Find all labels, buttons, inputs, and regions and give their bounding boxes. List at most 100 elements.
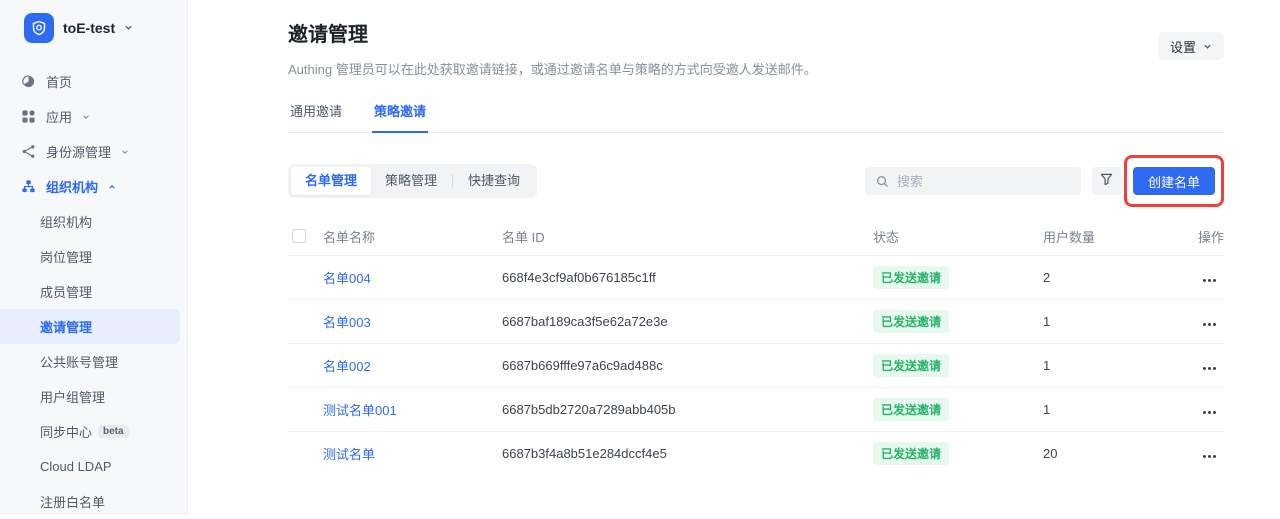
table-row: 测试名单001 6687b5db2720a7289abb405b 已发送邀请 1 xyxy=(288,387,1224,431)
status-badge: 已发送邀请 xyxy=(873,266,949,289)
beta-badge: beta xyxy=(98,425,129,438)
sidebar-item-apps[interactable]: 应用 xyxy=(0,99,187,134)
sidebar-subitem-position-mgmt[interactable]: 岗位管理 xyxy=(0,239,187,274)
sidebar-subitem-label: 公共账号管理 xyxy=(40,352,118,371)
sidebar-subitem-sync-center[interactable]: 同步中心 beta xyxy=(0,414,187,449)
more-actions-button[interactable] xyxy=(1193,314,1224,329)
more-actions-button[interactable] xyxy=(1193,446,1224,461)
create-list-button[interactable]: 创建名单 xyxy=(1133,167,1215,195)
more-actions-icon xyxy=(1203,323,1216,326)
page-description: Authing 管理员可以在此处获取邀请链接，或通过邀请名单与策略的方式向受邀人… xyxy=(288,61,817,79)
chevron-down-icon xyxy=(1203,39,1212,54)
chevron-down-icon xyxy=(124,19,133,37)
user-count: 1 xyxy=(1043,402,1193,417)
filter-icon xyxy=(1100,173,1113,189)
segment-list-mgmt[interactable]: 名单管理 xyxy=(291,167,371,195)
chevron-down-icon xyxy=(121,144,129,159)
sidebar-subitem-invitation-mgmt[interactable]: 邀请管理 xyxy=(0,309,180,344)
tab-bar: 通用邀请 策略邀请 xyxy=(288,95,1224,133)
create-list-wrapper: 创建名单 xyxy=(1133,167,1215,195)
sidebar-subitem-public-account-mgmt[interactable]: 公共账号管理 xyxy=(0,344,187,379)
list-name-link[interactable]: 名单004 xyxy=(323,268,502,287)
more-actions-button[interactable] xyxy=(1193,270,1224,285)
search-icon xyxy=(875,173,891,189)
list-name-link[interactable]: 测试名单 xyxy=(323,444,502,463)
filter-button[interactable] xyxy=(1092,167,1122,195)
column-header-id: 名单 ID xyxy=(502,227,873,246)
invitation-list-table: 名单名称 名单 ID 状态 用户数量 操作 名单004 668f4e3cf9af… xyxy=(288,217,1224,475)
sidebar-item-label: 身份源管理 xyxy=(46,142,111,161)
column-header-users: 用户数量 xyxy=(1043,227,1193,246)
list-id: 6687b5db2720a7289abb405b xyxy=(502,402,873,417)
toolbar: 名单管理 策略管理 快捷查询 创建名单 xyxy=(288,164,1224,198)
table-header-row: 名单名称 名单 ID 状态 用户数量 操作 xyxy=(288,217,1224,255)
more-actions-icon xyxy=(1203,279,1216,282)
share-icon xyxy=(20,144,36,160)
sidebar-subitem-user-group-mgmt[interactable]: 用户组管理 xyxy=(0,379,187,414)
apps-icon xyxy=(20,109,36,125)
toolbar-right: 创建名单 xyxy=(865,167,1224,195)
sidebar-item-label: 应用 xyxy=(46,107,72,126)
home-icon xyxy=(20,74,36,90)
sidebar-subitem-label: 注册白名单 xyxy=(40,492,105,511)
list-name-link[interactable]: 名单003 xyxy=(323,312,502,331)
status-badge: 已发送邀请 xyxy=(873,310,949,333)
sidebar-subitem-cloud-ldap[interactable]: Cloud LDAP xyxy=(0,449,187,484)
page-header: 邀请管理 Authing 管理员可以在此处获取邀请链接，或通过邀请名单与策略的方… xyxy=(288,22,1224,79)
search-input[interactable] xyxy=(897,174,1071,189)
table-row: 名单004 668f4e3cf9af0b676185c1ff 已发送邀请 2 xyxy=(288,255,1224,299)
workspace-name: toE-test xyxy=(63,20,115,36)
tab-general-invitation[interactable]: 通用邀请 xyxy=(288,95,344,132)
sidebar-item-organization[interactable]: 组织机构 xyxy=(0,169,187,204)
segmented-control: 名单管理 策略管理 快捷查询 xyxy=(288,164,537,198)
column-header-name: 名单名称 xyxy=(323,227,502,246)
sidebar-subitem-label: 用户组管理 xyxy=(40,387,105,406)
segment-policy-mgmt[interactable]: 策略管理 xyxy=(371,167,451,195)
more-actions-button[interactable] xyxy=(1193,358,1224,373)
sidebar-subitem-label: 邀请管理 xyxy=(40,317,92,336)
search-box[interactable] xyxy=(865,167,1081,195)
chevron-up-icon xyxy=(108,179,116,194)
settings-button[interactable]: 设置 xyxy=(1158,32,1224,60)
main-content: 邀请管理 Authing 管理员可以在此处获取邀请链接，或通过邀请名单与策略的方… xyxy=(188,0,1280,515)
page-title: 邀请管理 xyxy=(288,22,817,48)
settings-button-label: 设置 xyxy=(1170,37,1196,56)
user-count: 1 xyxy=(1043,358,1193,373)
chevron-down-icon xyxy=(82,109,90,124)
sidebar-subitem-member-mgmt[interactable]: 成员管理 xyxy=(0,274,187,309)
table-row: 名单002 6687b669fffe97a6c9ad488c 已发送邀请 1 xyxy=(288,343,1224,387)
sidebar-subitem-org-structure[interactable]: 组织机构 xyxy=(0,204,187,239)
shield-icon xyxy=(31,20,47,36)
sidebar-item-label: 组织机构 xyxy=(46,177,98,196)
app-window: toE-test 首页 应用 xyxy=(0,0,1280,515)
more-actions-icon xyxy=(1203,367,1216,370)
org-icon xyxy=(20,179,36,195)
status-badge: 已发送邀请 xyxy=(873,354,949,377)
sidebar-subitem-register-whitelist[interactable]: 注册白名单 xyxy=(0,484,187,519)
column-header-status: 状态 xyxy=(873,227,1043,246)
more-actions-button[interactable] xyxy=(1193,402,1224,417)
tab-policy-invitation[interactable]: 策略邀请 xyxy=(372,95,428,133)
sidebar-item-home[interactable]: 首页 xyxy=(0,64,187,99)
sidebar-item-identity-sources[interactable]: 身份源管理 xyxy=(0,134,187,169)
sidebar-subitem-label: 组织机构 xyxy=(40,212,92,231)
status-badge: 已发送邀请 xyxy=(873,398,949,421)
workspace-logo xyxy=(24,13,54,43)
table-row: 名单003 6687baf189ca3f5e62a72e3e 已发送邀请 1 xyxy=(288,299,1224,343)
sidebar-subitem-label: Cloud LDAP xyxy=(40,459,112,474)
user-count: 20 xyxy=(1043,446,1193,461)
list-id: 6687b3f4a8b51e284dccf4e5 xyxy=(502,446,873,461)
column-header-action: 操作 xyxy=(1193,227,1224,246)
workspace-switcher[interactable]: toE-test xyxy=(0,12,187,44)
sidebar-subitem-label: 岗位管理 xyxy=(40,247,92,266)
sidebar: toE-test 首页 应用 xyxy=(0,0,188,515)
select-all-checkbox[interactable] xyxy=(292,229,306,243)
list-name-link[interactable]: 名单002 xyxy=(323,356,502,375)
list-name-link[interactable]: 测试名单001 xyxy=(323,400,502,419)
segment-quick-query[interactable]: 快捷查询 xyxy=(454,167,534,195)
sidebar-item-label: 首页 xyxy=(46,72,72,91)
list-id: 6687b669fffe97a6c9ad488c xyxy=(502,358,873,373)
user-count: 1 xyxy=(1043,314,1193,329)
more-actions-icon xyxy=(1203,411,1216,414)
list-id: 668f4e3cf9af0b676185c1ff xyxy=(502,270,873,285)
